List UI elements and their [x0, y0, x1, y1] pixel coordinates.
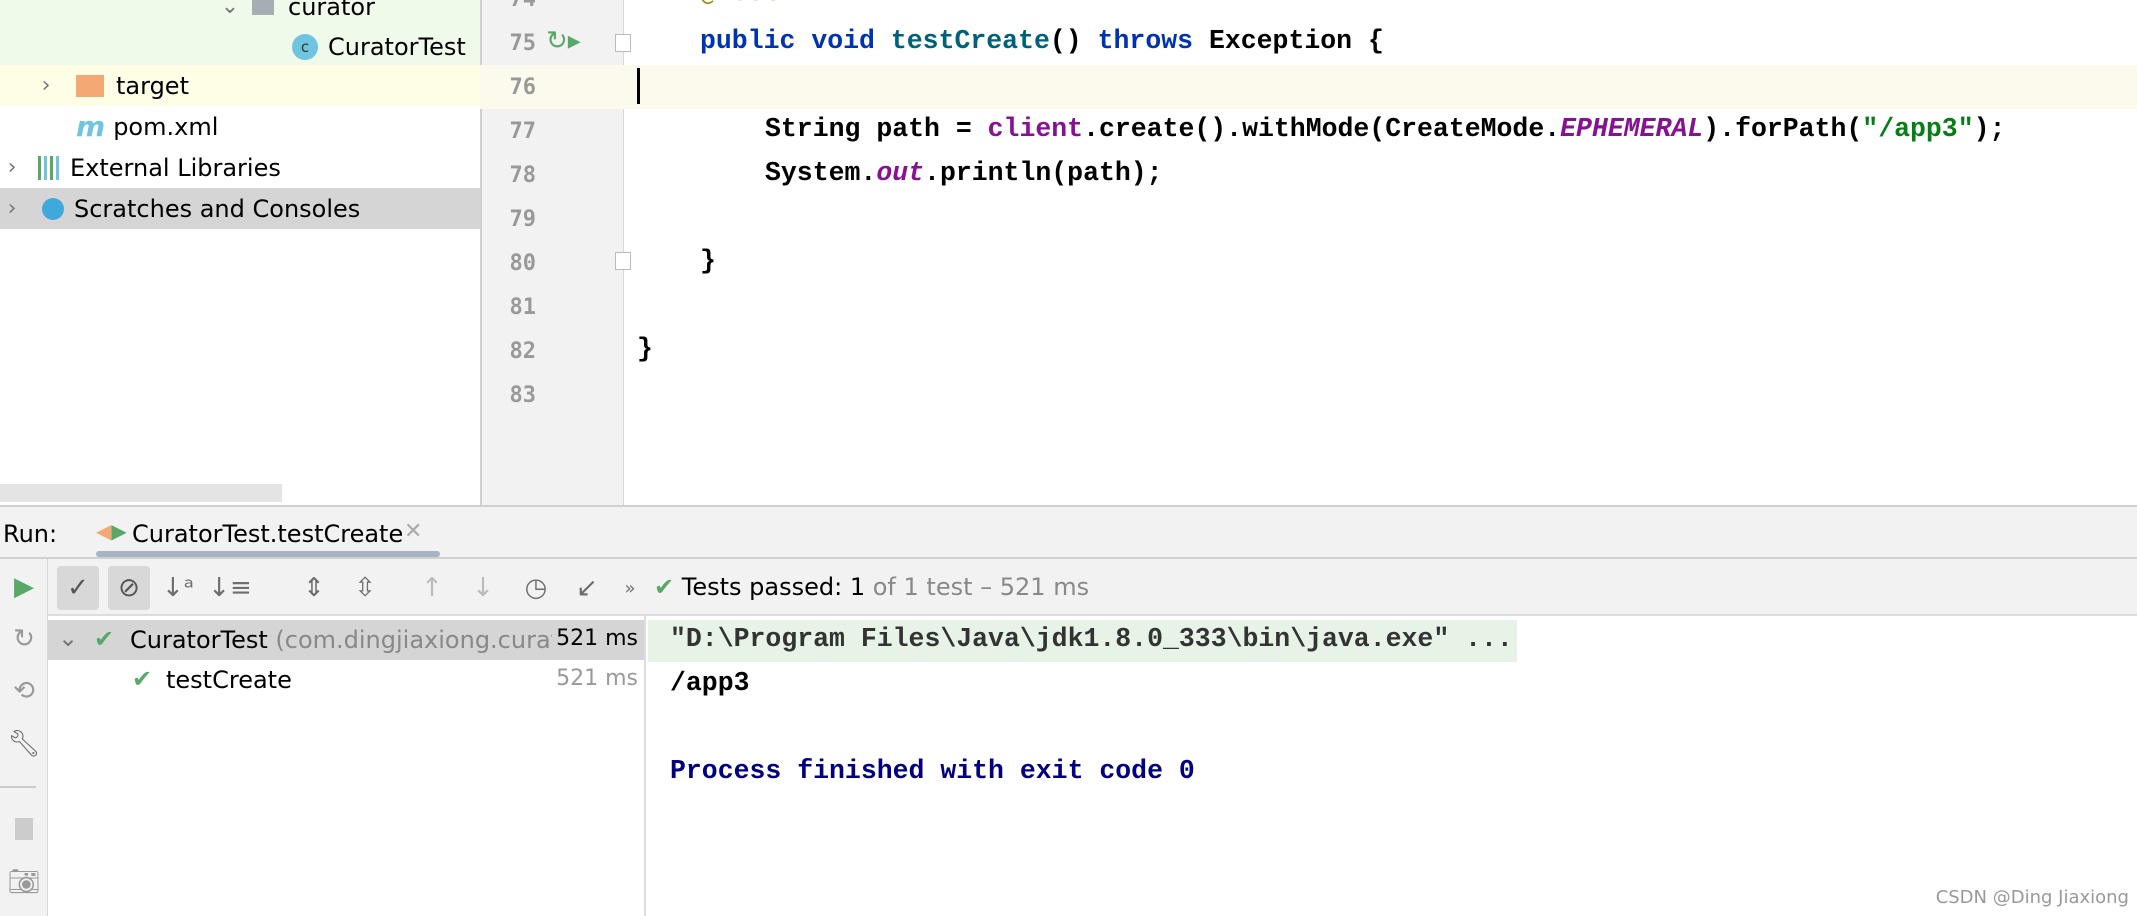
code-line-75: public void testCreate() throws Exceptio… — [700, 26, 1384, 56]
line-number: 82 — [509, 339, 537, 364]
chevron-right-icon[interactable]: › — [34, 73, 58, 98]
line-number: 76 — [509, 75, 537, 100]
line-number: 83 — [509, 383, 537, 408]
collapse-all-icon[interactable]: ⇳ — [345, 568, 385, 608]
maven-icon: m — [76, 110, 106, 143]
import-tests-icon[interactable]: ↙ — [567, 568, 607, 608]
check-icon: ✔ — [94, 625, 115, 653]
chevron-right-icon[interactable]: › — [0, 155, 24, 180]
close-tab-icon[interactable]: ✕ — [404, 519, 422, 544]
wrench-icon[interactable]: 🔧︎ — [4, 724, 44, 764]
run-tab-bar: Run: ◀▶ CuratorTest.testCreate ✕ — [0, 505, 2137, 559]
line-number: 81 — [509, 295, 537, 320]
code-line-77: String path = client.create().withMode(C… — [765, 114, 2006, 144]
sort-alphabetically-icon[interactable]: ↓ᵃ — [158, 568, 198, 608]
code-line-78: System.out.println(path); — [765, 158, 1163, 188]
history-icon[interactable]: ◷ — [516, 568, 556, 608]
sort-by-duration-icon[interactable]: ↓≡ — [208, 568, 252, 608]
tree-item-external-libraries[interactable]: › External Libraries — [0, 147, 480, 188]
line-number: 75 — [509, 31, 537, 56]
console-exit-line: Process finished with exit code 0 — [670, 756, 1195, 786]
tree-item-curatortest[interactable]: c CuratorTest — [0, 26, 480, 67]
toggle-auto-test-icon[interactable]: ⟲ — [4, 671, 44, 711]
project-tree: ⌄ curator c CuratorTest › target m pom.x… — [0, 0, 480, 505]
fold-icon[interactable] — [615, 252, 631, 270]
test-row-curatortest[interactable]: ⌄ ✔ CuratorTest (com.dingjiaxiong.curato… — [48, 620, 644, 660]
chevron-down-icon[interactable]: ⌄ — [218, 0, 242, 19]
test-status: ✔ Tests passed: 1 of 1 test – 521 ms — [654, 573, 1090, 601]
check-icon: ✔ — [654, 573, 675, 601]
line-number: 79 — [509, 207, 537, 232]
test-row-testcreate[interactable]: ✔ testCreate 521 ms — [48, 660, 644, 700]
run-test-gutter-icon[interactable]: ↻▸ — [546, 26, 581, 56]
text-cursor — [637, 68, 640, 104]
tree-item-scratches[interactable]: › Scratches and Consoles — [0, 188, 480, 229]
package-icon — [252, 0, 274, 15]
tree-item-curator[interactable]: ⌄ curator — [0, 0, 480, 27]
code-line-82: } — [637, 334, 653, 364]
line-number: 78 — [509, 163, 537, 188]
rerun-icon[interactable]: ▶ — [4, 567, 44, 607]
folder-icon — [76, 74, 104, 97]
show-ignored-toggle[interactable]: ⊘ — [108, 566, 150, 610]
stop-icon[interactable] — [4, 809, 44, 849]
code-line-74: @Test — [700, 0, 780, 8]
tree-item-target[interactable]: › target — [0, 65, 480, 106]
test-config-icon: ◀▶ — [96, 519, 127, 543]
expand-all-icon[interactable]: ⇕ — [294, 568, 334, 608]
check-icon: ✔ — [132, 665, 153, 693]
chevron-right-icon[interactable]: › — [0, 196, 24, 221]
chevron-down-icon[interactable]: ⌄ — [58, 624, 78, 652]
tab-run-config[interactable]: ◀▶ CuratorTest.testCreate ✕ — [96, 507, 440, 557]
show-passed-toggle[interactable]: ✓ — [57, 566, 99, 610]
libraries-icon — [38, 155, 62, 180]
next-test-icon[interactable]: ↓ — [463, 568, 503, 608]
rerun-failed-icon[interactable]: ↻ — [4, 619, 44, 659]
console-output-line: /app3 — [670, 668, 750, 698]
horizontal-scrollbar[interactable] — [0, 484, 282, 502]
camera-icon[interactable]: 📷︎ — [4, 862, 44, 902]
console-command-line: "D:\Program Files\Java\jdk1.8.0_333\bin\… — [670, 624, 1513, 654]
watermark: CSDN @Ding Jiaxiong — [1935, 887, 2129, 908]
more-icon[interactable]: » — [610, 568, 650, 608]
fold-icon[interactable] — [615, 34, 631, 52]
run-label: Run: — [3, 520, 58, 548]
current-line-highlight — [480, 65, 2137, 109]
run-side-toolbar: ▶ ↻ ⟲ 🔧︎ 📷︎ — [0, 559, 48, 916]
line-number: 74 — [480, 0, 537, 12]
test-class-icon: c — [292, 33, 318, 60]
test-results-tree: ⌄ ✔ CuratorTest (com.dingjiaxiong.curato… — [48, 616, 646, 916]
scratches-icon — [42, 197, 64, 220]
tree-item-pom[interactable]: m pom.xml — [0, 106, 480, 147]
line-number: 80 — [509, 251, 537, 276]
previous-test-icon[interactable]: ↑ — [412, 568, 452, 608]
code-line-80: } — [700, 246, 716, 276]
line-number: 77 — [509, 119, 537, 144]
